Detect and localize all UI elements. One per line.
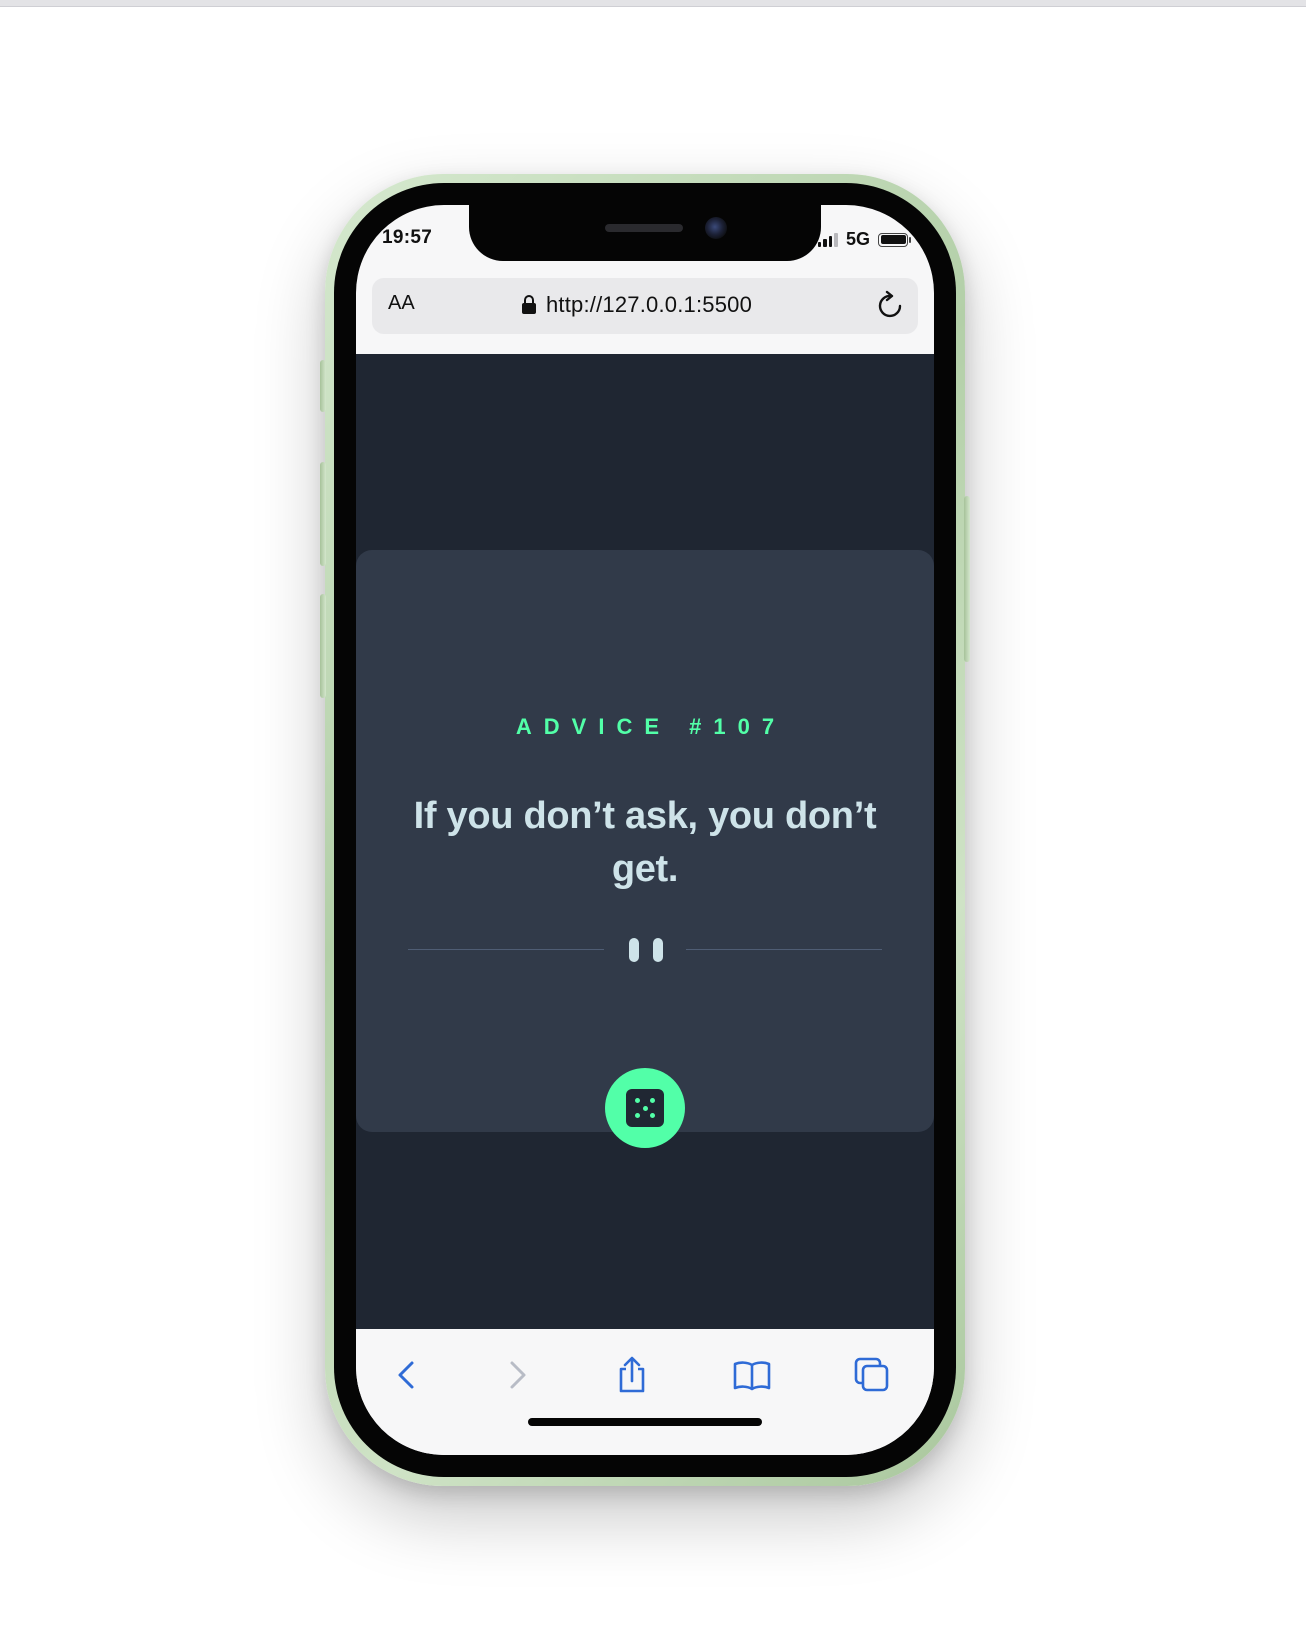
home-indicator[interactable] — [528, 1418, 762, 1426]
divider-line-right — [686, 949, 882, 950]
pause-icon — [629, 938, 663, 962]
browser-toolbar — [356, 1329, 934, 1455]
share-icon[interactable] — [612, 1355, 652, 1395]
status-time: 19:57 — [382, 227, 433, 248]
chevron-left-icon[interactable] — [388, 1355, 428, 1395]
status-indicators: 5G — [817, 229, 911, 250]
divider-line-left — [408, 949, 604, 950]
silent-switch — [320, 360, 326, 412]
advice-card: ADVICE #107 If you don’t ask, you don’t … — [356, 550, 934, 1132]
url-field[interactable]: http://127.0.0.1:5500 — [522, 292, 752, 318]
earpiece-speaker — [605, 224, 683, 232]
book-icon[interactable] — [732, 1355, 772, 1395]
phone-mockup: 19:57 5G AA http://127.0.0.1:5500 ADVICE… — [320, 174, 970, 1486]
address-bar[interactable]: AA http://127.0.0.1:5500 — [372, 278, 918, 334]
phone-screen: 19:57 5G AA http://127.0.0.1:5500 ADVICE… — [356, 205, 934, 1455]
front-camera — [705, 217, 727, 239]
browser-top-rule — [0, 0, 1306, 7]
chevron-right-icon[interactable] — [496, 1355, 536, 1395]
volume-down-button — [320, 594, 326, 698]
notch — [469, 205, 821, 261]
network-label: 5G — [845, 229, 870, 249]
text-size-label: AA — [388, 292, 415, 314]
text-size-button[interactable]: AA — [388, 292, 415, 315]
lock-icon — [522, 295, 536, 315]
signal-icon — [817, 232, 838, 247]
divider — [408, 938, 882, 962]
battery-icon — [878, 232, 911, 247]
advice-id: ADVICE #107 — [515, 714, 787, 739]
reload-icon[interactable] — [876, 290, 906, 322]
advice-quote: If you don’t ask, you don’t get. — [413, 795, 877, 890]
volume-up-button — [320, 462, 326, 566]
url-text: http://127.0.0.1:5500 — [546, 292, 753, 317]
dice-icon — [626, 1089, 664, 1127]
advice-page: ADVICE #107 If you don’t ask, you don’t … — [356, 354, 934, 1329]
power-button — [964, 496, 970, 662]
tabs-icon[interactable] — [852, 1355, 892, 1395]
new-advice-button[interactable] — [605, 1068, 685, 1148]
